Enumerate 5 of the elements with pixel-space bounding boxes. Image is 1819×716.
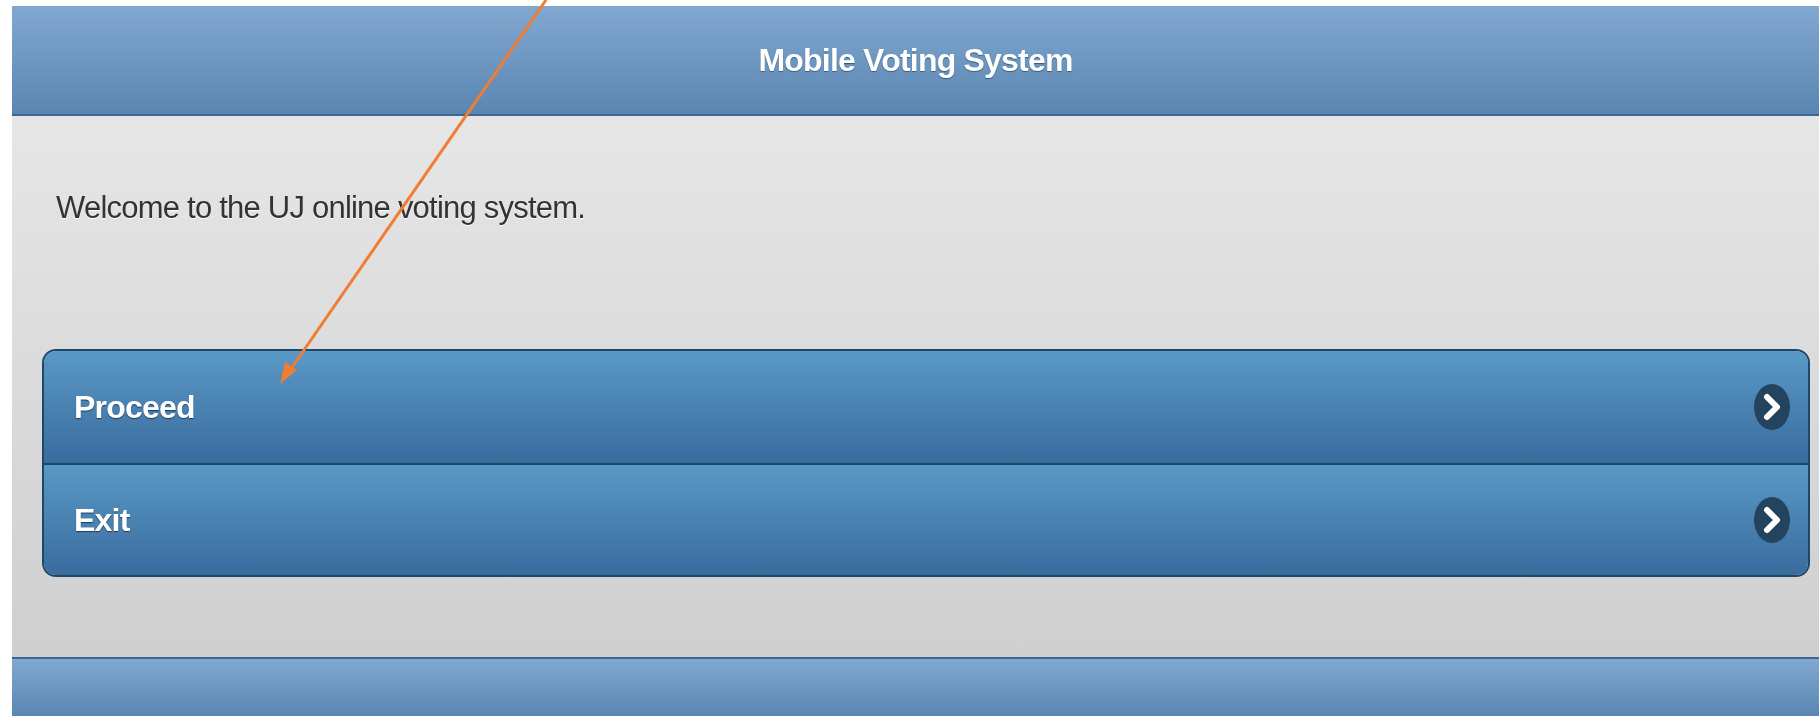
chevron-right-icon bbox=[1754, 384, 1790, 430]
menu-item[interactable]: Proceed bbox=[44, 351, 1808, 463]
page-title: Mobile Voting System bbox=[758, 41, 1073, 80]
menu-item[interactable]: Exit bbox=[44, 463, 1808, 575]
chevron-right-icon bbox=[1754, 497, 1790, 543]
